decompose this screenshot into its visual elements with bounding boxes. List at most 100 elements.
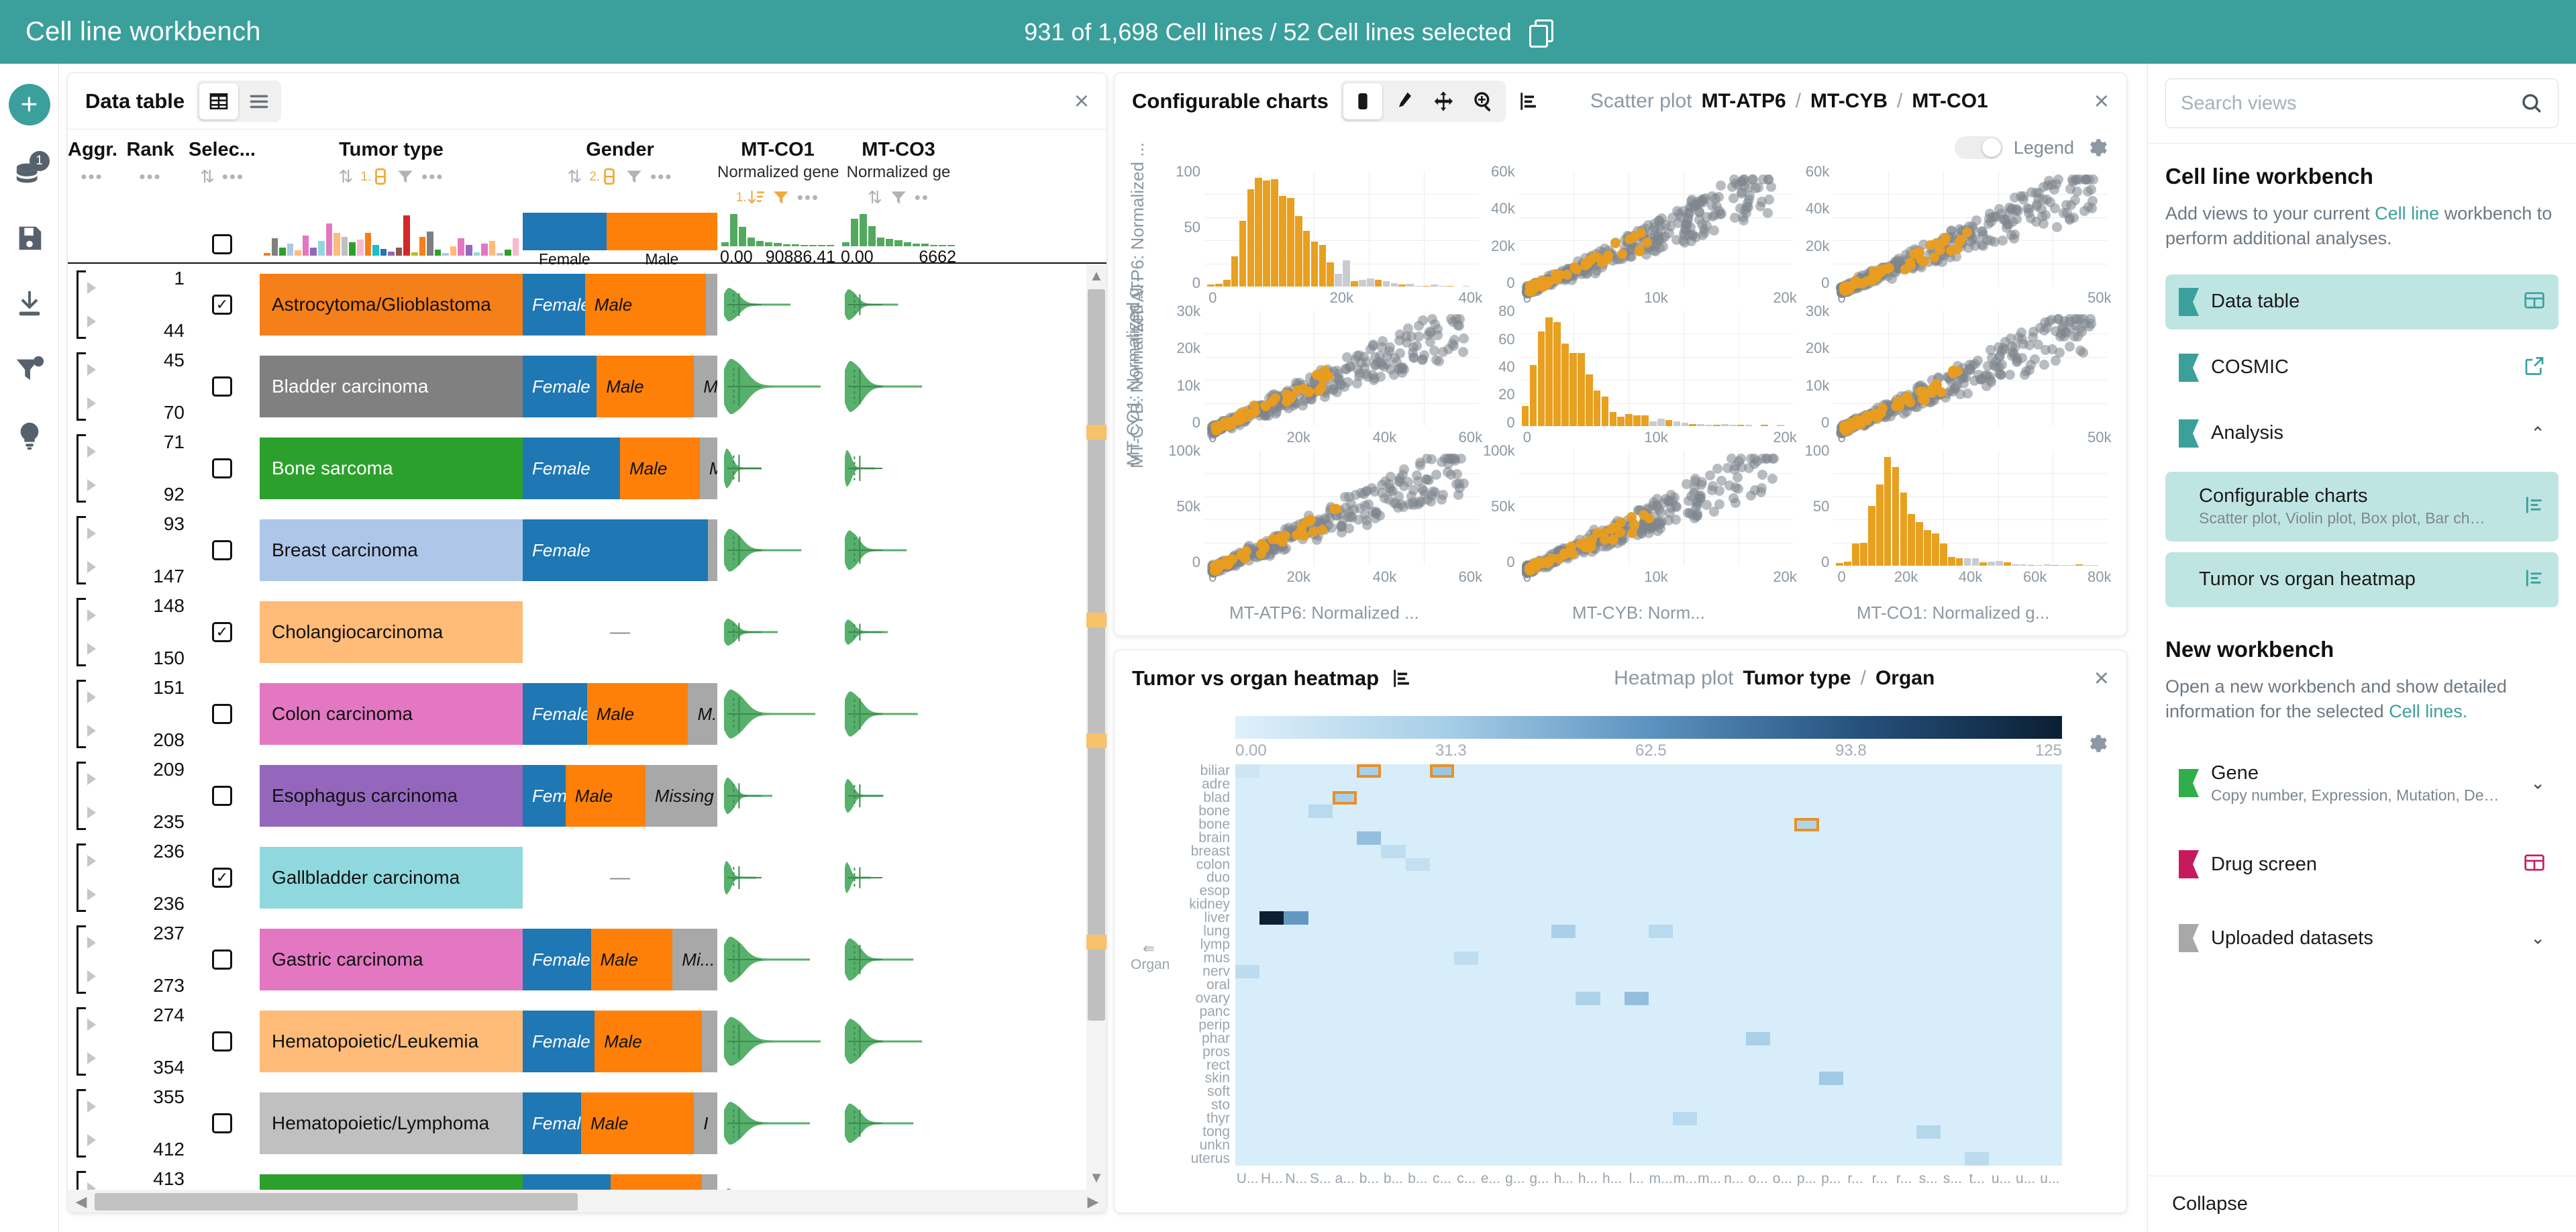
row-select-cell[interactable]: ✓ <box>185 837 260 919</box>
row-select-cell[interactable] <box>185 673 260 755</box>
heatmap-var-0[interactable]: Tumor type <box>1743 667 1851 690</box>
heatmap-cell[interactable] <box>1624 991 1649 1005</box>
group-icon[interactable]: 1. <box>360 168 389 185</box>
table-row[interactable]: 355 412 Hematopoietic/LymphomaFemaleMaleI <box>68 1082 1106 1164</box>
sidebar-item-gene[interactable]: Gene Copy number, Expression, Mutation, … <box>2165 748 2559 818</box>
row-aggregate-bracket[interactable] <box>68 1000 116 1082</box>
sort-icon[interactable]: ⇅ <box>200 168 215 185</box>
scatterplot-matrix[interactable]: 0 50 100 0 20k 40k MT-ATP6: Normalized ... 0 20k… <box>1127 142 2112 623</box>
plot-area[interactable] <box>1518 171 1794 299</box>
sort-icon[interactable]: ⇅ <box>868 189 882 206</box>
row-checkbox[interactable]: ✓ <box>212 622 232 642</box>
sidebar-item-analysis[interactable]: Analysis ⌃ <box>2165 406 2559 461</box>
column-menu-icon[interactable]: ••• <box>81 167 103 185</box>
heatmap-cell[interactable] <box>1745 1031 1771 1045</box>
list-view-button[interactable] <box>240 83 278 119</box>
column-menu-icon[interactable]: ••• <box>421 167 444 185</box>
download-button[interactable] <box>11 285 48 323</box>
plot-area[interactable] <box>1518 450 1794 578</box>
column-menu-icon[interactable]: ••• <box>139 167 161 185</box>
scatter-cell-1-1[interactable]: 0 20 40 60 80 0 10k 20k <box>1482 303 1797 446</box>
scatter-cell-0-2[interactable]: 0 20k 40k 60k 050k <box>1796 163 2112 307</box>
zoom-tool[interactable] <box>1464 83 1503 119</box>
lasso-select-tool[interactable] <box>1384 83 1423 119</box>
chevron-up-icon[interactable]: ⌃ <box>2530 423 2545 444</box>
row-checkbox[interactable] <box>212 540 232 560</box>
row-select-cell[interactable]: ✓ <box>185 264 260 346</box>
scatter-cell-1-2[interactable]: 0 10k 20k 30k 050k <box>1796 303 2112 446</box>
heatmap-cell[interactable] <box>1259 911 1284 925</box>
group-icon[interactable]: 2. <box>589 168 618 185</box>
heatmap-cell[interactable] <box>1649 925 1673 939</box>
scroll-up-icon[interactable]: ▲ <box>1086 264 1106 288</box>
scatter-cell-1-0[interactable]: 0 10k 20k 30k 0 20k 40k 60k MT-CYB: Normalized .… <box>1127 285 1483 468</box>
heatmap-cell[interactable] <box>1308 804 1333 818</box>
heatmap-cell[interactable] <box>1235 965 1260 978</box>
chart-var-0[interactable]: MT-ATP6 <box>1702 90 1786 113</box>
table-row[interactable]: 236 236 ✓ Gallbladder carcinoma — <box>68 837 1106 919</box>
scatter-cell-0-1[interactable]: 0 20k 40k 60k0 10k 20k <box>1482 163 1797 307</box>
chart-icon[interactable] <box>2524 567 2545 592</box>
heatmap-cell[interactable] <box>1454 952 1479 965</box>
chart-icon[interactable] <box>2524 494 2545 519</box>
vertical-scrollbar[interactable]: ▲ ▼ <box>1086 264 1106 1190</box>
row-checkbox[interactable] <box>212 1031 232 1051</box>
table-grid-icon[interactable] <box>2524 289 2545 314</box>
plot-area[interactable] <box>1204 311 1479 440</box>
table-row[interactable]: 237 273 Gastric carcinoma Female Male Mi... <box>68 919 1106 1000</box>
chevron-down-icon[interactable]: ⌄ <box>2530 928 2545 949</box>
hints-button[interactable] <box>11 417 48 454</box>
row-checkbox[interactable] <box>212 458 232 478</box>
plot-area[interactable] <box>1204 171 1479 287</box>
column-header-aggregate[interactable]: Aggr... ••• <box>68 130 116 262</box>
row-aggregate-bracket[interactable] <box>68 346 116 427</box>
table-row[interactable]: 209 235 Esophagus carcinomaFem...MaleMissi… <box>68 755 1106 837</box>
filter-icon[interactable] <box>397 168 414 185</box>
scatter-cell-2-2[interactable]: 0 50 100 0 20k 40k 60k 80k MT-CO1: Normalized g.… <box>1796 442 2112 623</box>
filter-icon[interactable] <box>890 189 907 206</box>
rectangle-select-tool[interactable] <box>1343 83 1382 119</box>
sort-icon[interactable]: ⇅ <box>568 168 582 185</box>
heatmap-plot-area[interactable] <box>1235 764 2062 1166</box>
row-select-cell[interactable] <box>185 1000 260 1082</box>
heatmap-cell[interactable] <box>1965 1152 1990 1166</box>
chart-var-2[interactable]: MT-CO1 <box>1912 90 1988 113</box>
row-select-cell[interactable] <box>185 755 260 837</box>
vertical-scroll-thumb[interactable] <box>1088 289 1105 1021</box>
column-header-mtco1[interactable]: MT-CO1 Normalized gene ... 1. ••• 0.00 9… <box>717 130 838 266</box>
copy-icon[interactable] <box>1529 19 1553 48</box>
column-header-gender[interactable]: Gender ⇅ 2. ••• Female Male <box>523 130 717 268</box>
plot-area[interactable] <box>1833 171 2108 299</box>
filter-icon[interactable] <box>625 168 643 185</box>
filter-icon[interactable] <box>772 189 790 206</box>
row-select-cell[interactable] <box>185 509 260 591</box>
gear-icon[interactable] <box>2085 732 2108 755</box>
table-row[interactable]: 148 150 ✓ Cholangiocarcinoma — <box>68 591 1106 673</box>
row-aggregate-bracket[interactable] <box>68 755 116 837</box>
close-data-table-button[interactable]: × <box>1074 89 1089 114</box>
row-checkbox[interactable]: ✓ <box>212 295 232 315</box>
collapse-sidebar-button[interactable]: Collapse <box>2148 1176 2576 1232</box>
row-aggregate-bracket[interactable] <box>68 673 116 755</box>
external-link-icon[interactable] <box>2524 355 2545 380</box>
row-select-cell[interactable] <box>185 346 260 427</box>
plot-area[interactable] <box>1833 311 2108 439</box>
search-icon[interactable] <box>2520 92 2543 115</box>
row-aggregate-bracket[interactable] <box>68 919 116 1000</box>
sidebar-item-uploaded-datasets[interactable]: Uploaded datasets ⌄ <box>2165 911 2559 966</box>
horizontal-scrollbar[interactable]: ◀ ▶ <box>68 1190 1106 1213</box>
row-checkbox[interactable] <box>212 376 232 397</box>
heatmap-var-1[interactable]: Organ <box>1875 667 1935 690</box>
plot-area[interactable] <box>1833 450 2108 566</box>
heatmap-cell[interactable] <box>1381 844 1406 858</box>
sidebar-item-tumor-vs-organ-heatmap[interactable]: Tumor vs organ heatmap <box>2165 552 2559 607</box>
pan-tool[interactable] <box>1424 83 1463 119</box>
datasets-button[interactable]: 1 <box>11 151 50 191</box>
scroll-left-icon[interactable]: ◀ <box>68 1193 95 1211</box>
row-checkbox[interactable] <box>212 1113 232 1133</box>
scatter-cell-2-0[interactable]: 0 50k 100k0 20k 40k 60k MT-ATP6: Normalized ..… <box>1167 442 1482 623</box>
row-aggregate-bracket[interactable] <box>68 264 116 346</box>
table-row[interactable]: 93 147 Breast carcinoma Female <box>68 509 1106 591</box>
table-row[interactable]: 1 44 ✓ Astrocytoma/Glioblastoma Female Male <box>68 264 1106 346</box>
export-chart-icon[interactable] <box>1391 667 1414 690</box>
